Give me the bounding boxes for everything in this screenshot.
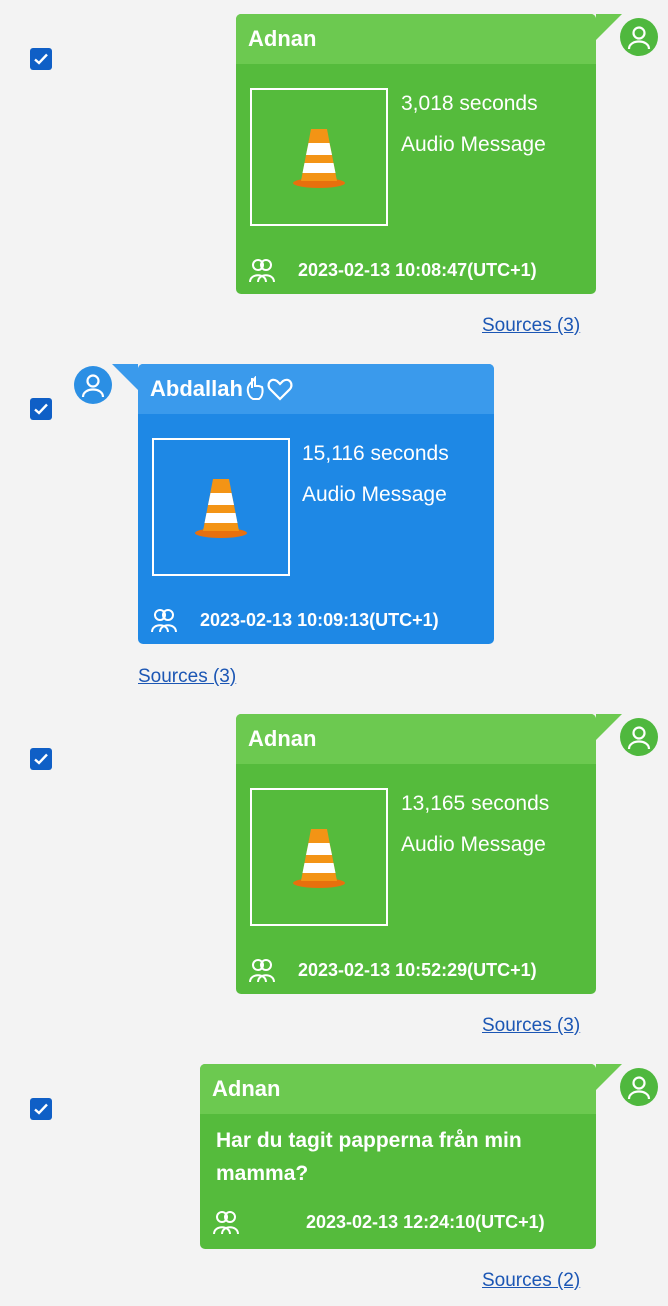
group-icon [151,609,177,633]
message-bubble[interactable]: Adnan 13,165 seconds Audio Message 2023-… [236,714,622,994]
message-kind: Audio Message [401,833,546,856]
message-bubble[interactable]: Adnan 3,018 seconds Audio Message 2023-0… [236,14,622,294]
heart-outline-icon [267,378,293,401]
sender-name: Abdallah [150,376,243,401]
group-icon [249,959,275,983]
vlc-cone-icon [293,129,345,188]
check-icon [34,1103,48,1115]
user-icon [81,374,105,398]
user-icon [627,1076,651,1100]
message-timestamp: 2023-02-13 12:24:10(UTC+1) [306,1211,545,1232]
message-kind: Audio Message [302,483,447,506]
check-icon [34,53,48,65]
message-bubble[interactable]: Abdallah 15,116 seconds Audio Message 20… [112,364,494,644]
message-checkbox[interactable] [30,398,52,420]
sources-link[interactable]: Sources (3) [482,315,580,337]
message-timestamp: 2023-02-13 10:09:13(UTC+1) [200,609,439,630]
message-timestamp: 2023-02-13 10:52:29(UTC+1) [298,959,537,980]
audio-thumbnail[interactable] [250,88,388,226]
check-icon [34,403,48,415]
sender-name: Adnan [200,1064,596,1114]
vlc-cone-icon [195,479,247,538]
audio-thumbnail[interactable] [250,788,388,926]
sources-link[interactable]: Sources (2) [482,1270,580,1292]
user-icon [627,726,651,750]
message-text: Har du tagit papperna från min mamma? [216,1129,522,1185]
group-icon [249,259,275,283]
audio-thumbnail[interactable] [152,438,290,576]
check-icon [34,753,48,765]
message-bubble[interactable]: Adnan Har du tagit papperna från min mam… [200,1064,622,1249]
vlc-cone-icon [293,829,345,888]
hand-icon [246,376,264,400]
message-checkbox[interactable] [30,1098,52,1120]
message-checkbox[interactable] [30,748,52,770]
user-icon [627,26,651,50]
audio-duration: 3,018 seconds [401,92,538,115]
sources-link[interactable]: Sources (3) [138,666,236,688]
avatar [620,18,658,56]
message-kind: Audio Message [401,133,546,156]
message-checkbox[interactable] [30,48,52,70]
avatar [620,718,658,756]
audio-duration: 13,165 seconds [401,792,550,815]
avatar [620,1068,658,1106]
sender-name: Adnan [236,714,596,764]
avatar [74,366,112,404]
audio-duration: 15,116 seconds [302,442,449,465]
sender-name: Adnan [236,14,596,64]
message-timestamp: 2023-02-13 10:08:47(UTC+1) [298,259,537,280]
group-icon [213,1211,239,1235]
sources-link[interactable]: Sources (3) [482,1015,580,1037]
